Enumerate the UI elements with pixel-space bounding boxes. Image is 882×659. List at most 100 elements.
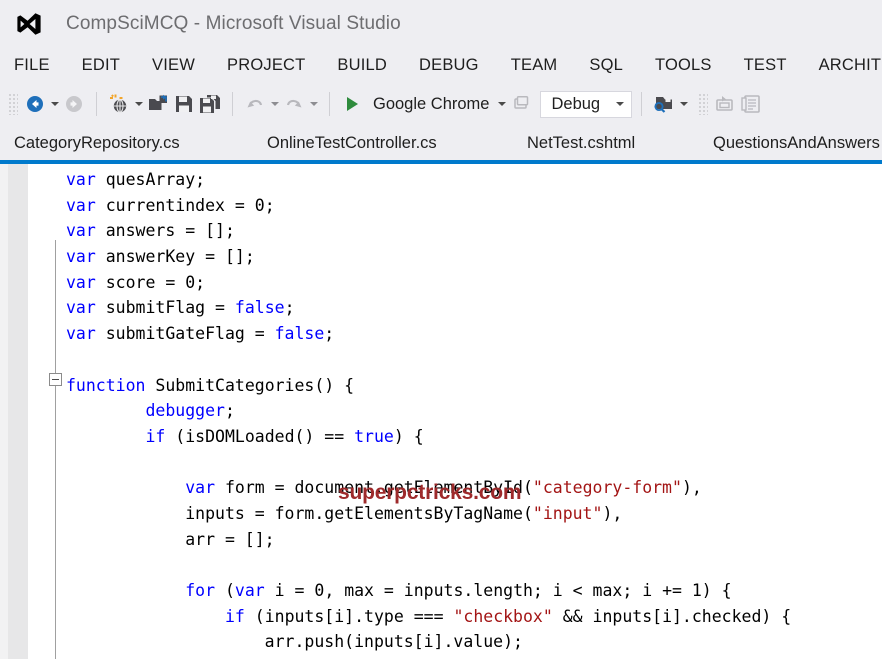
menu-item-debug[interactable]: DEBUG — [419, 56, 479, 75]
undo-dropdown-icon — [268, 91, 281, 117]
code-line: arr.push(inputs[i].value); — [0, 629, 882, 655]
toolbar-drag-handle[interactable] — [8, 93, 18, 115]
code-token: quesArray; — [95, 170, 206, 189]
tab-net-test-cshtml[interactable]: NetTest.cshtml — [527, 126, 635, 160]
code-token: inputs = form.getElementsByTagName( — [66, 503, 533, 523]
redo-dropdown-icon — [307, 91, 320, 117]
collapse-region-icon[interactable] — [49, 373, 62, 386]
code-token: var — [66, 272, 96, 292]
code-text[interactable]: var quesArray; var currentindex = 0; var a… — [0, 164, 882, 659]
code-token: false — [274, 324, 325, 344]
start-debugging-play-icon[interactable] — [339, 91, 365, 117]
code-line: arr = []; — [0, 527, 882, 553]
toolbar-separator-3 — [329, 92, 330, 116]
toolbar-separator-2 — [232, 92, 233, 116]
navigate-forward-icon — [61, 91, 87, 117]
code-token: if — [224, 606, 245, 626]
navigate-back-icon[interactable] — [22, 91, 48, 117]
browser-select-icon — [508, 91, 534, 117]
minus-glyph — [52, 379, 59, 380]
code-token: ), — [681, 478, 702, 498]
run-target-label[interactable]: Google Chrome — [373, 95, 489, 114]
code-token: ; — [224, 401, 235, 421]
menu-item-build[interactable]: BUILD — [337, 56, 387, 75]
code-token: submitGateFlag = — [95, 324, 275, 344]
find-dropdown-icon[interactable] — [677, 91, 690, 117]
code-line: } — [0, 655, 882, 659]
code-token: var — [66, 324, 96, 344]
code-token: ), — [602, 503, 623, 523]
open-file-icon[interactable] — [145, 91, 171, 117]
title-bar: CompSciMCQ - Microsoft Visual Studio — [0, 0, 882, 48]
menu-item-architecture[interactable]: ARCHITECTURE — [819, 56, 882, 75]
save-icon[interactable] — [171, 91, 197, 117]
new-project-dropdown-icon[interactable] — [132, 91, 145, 117]
code-line: for (var i = 0, max = inputs.length; i <… — [0, 578, 882, 604]
code-token: ; — [324, 324, 335, 344]
code-token: false — [234, 298, 285, 318]
save-all-icon[interactable] — [197, 91, 223, 117]
toolbar-separator-4 — [641, 92, 643, 116]
find-in-files-icon[interactable] — [651, 91, 677, 117]
code-line: function SubmitCategories() { — [0, 373, 882, 399]
code-token: ( — [215, 581, 235, 600]
menu-item-tools[interactable]: TOOLS — [655, 56, 712, 75]
code-token: (inputs[i].type === — [244, 606, 454, 626]
visual-studio-logo-icon — [14, 9, 44, 39]
code-token: var — [66, 247, 96, 267]
menu-item-view[interactable]: VIEW — [152, 56, 195, 75]
menu-item-project[interactable]: PROJECT — [227, 56, 305, 75]
menu-bar[interactable]: FILE EDIT VIEW PROJECT BUILD DEBUG TEAM … — [0, 48, 882, 82]
code-token: var — [185, 478, 216, 498]
code-token: var — [66, 170, 96, 189]
run-target-dropdown-icon[interactable] — [495, 91, 508, 117]
code-token: submitFlag = — [95, 298, 235, 318]
code-line: var submitGateFlag = false; — [0, 321, 882, 347]
menu-item-test[interactable]: TEST — [744, 56, 787, 75]
code-token: ) { — [393, 426, 424, 446]
code-line: var answerKey = []; — [0, 244, 882, 270]
tab-online-test-controller[interactable]: OnlineTestController.cs — [267, 126, 437, 160]
code-token: arr.push(inputs[i].value); — [66, 632, 523, 652]
tab-category-repository[interactable]: CategoryRepository.cs — [14, 126, 180, 160]
code-token: ; — [284, 298, 295, 318]
code-line: var submitFlag = false; — [0, 295, 882, 321]
navigate-back-dropdown-icon[interactable] — [48, 91, 61, 117]
menu-item-team[interactable]: TEAM — [511, 56, 558, 75]
code-token: var — [66, 298, 96, 318]
new-project-icon[interactable] — [106, 91, 132, 117]
tab-questions-and-answers[interactable]: QuestionsAndAnswers — [713, 126, 880, 160]
redo-icon — [281, 91, 307, 117]
window-title: CompSciMCQ - Microsoft Visual Studio — [66, 13, 401, 34]
code-token: (isDOMLoaded() == — [165, 426, 355, 446]
menu-item-sql[interactable]: SQL — [589, 56, 623, 75]
code-line: var currentindex = 0; — [0, 193, 882, 219]
code-line: var answers = []; — [0, 218, 882, 244]
visual-studio-window: CompSciMCQ - Microsoft Visual Studio FIL… — [0, 0, 882, 659]
code-token: function — [66, 375, 146, 395]
code-token: var — [234, 581, 265, 600]
toolbar-drag-handle-2[interactable] — [698, 93, 709, 115]
solution-explorer-icon — [712, 91, 738, 117]
code-structure-guideline — [55, 240, 56, 659]
code-token: if — [145, 426, 166, 446]
code-token: "category-form" — [532, 478, 682, 498]
undo-icon — [242, 91, 268, 117]
chevron-down-icon — [616, 102, 625, 106]
menu-item-edit[interactable]: EDIT — [82, 56, 120, 75]
code-editor[interactable]: var quesArray; var currentindex = 0; var a… — [0, 164, 882, 659]
solution-configuration-value: Debug — [551, 94, 601, 113]
watermark-text: superpctricks.com — [338, 481, 522, 504]
menu-item-file[interactable]: FILE — [14, 56, 50, 75]
code-token: && inputs[i].checked) { — [552, 606, 792, 626]
solution-configuration-select[interactable]: Debug — [540, 90, 633, 118]
code-token: SubmitCategories() { — [145, 375, 355, 395]
properties-window-icon — [738, 91, 764, 117]
